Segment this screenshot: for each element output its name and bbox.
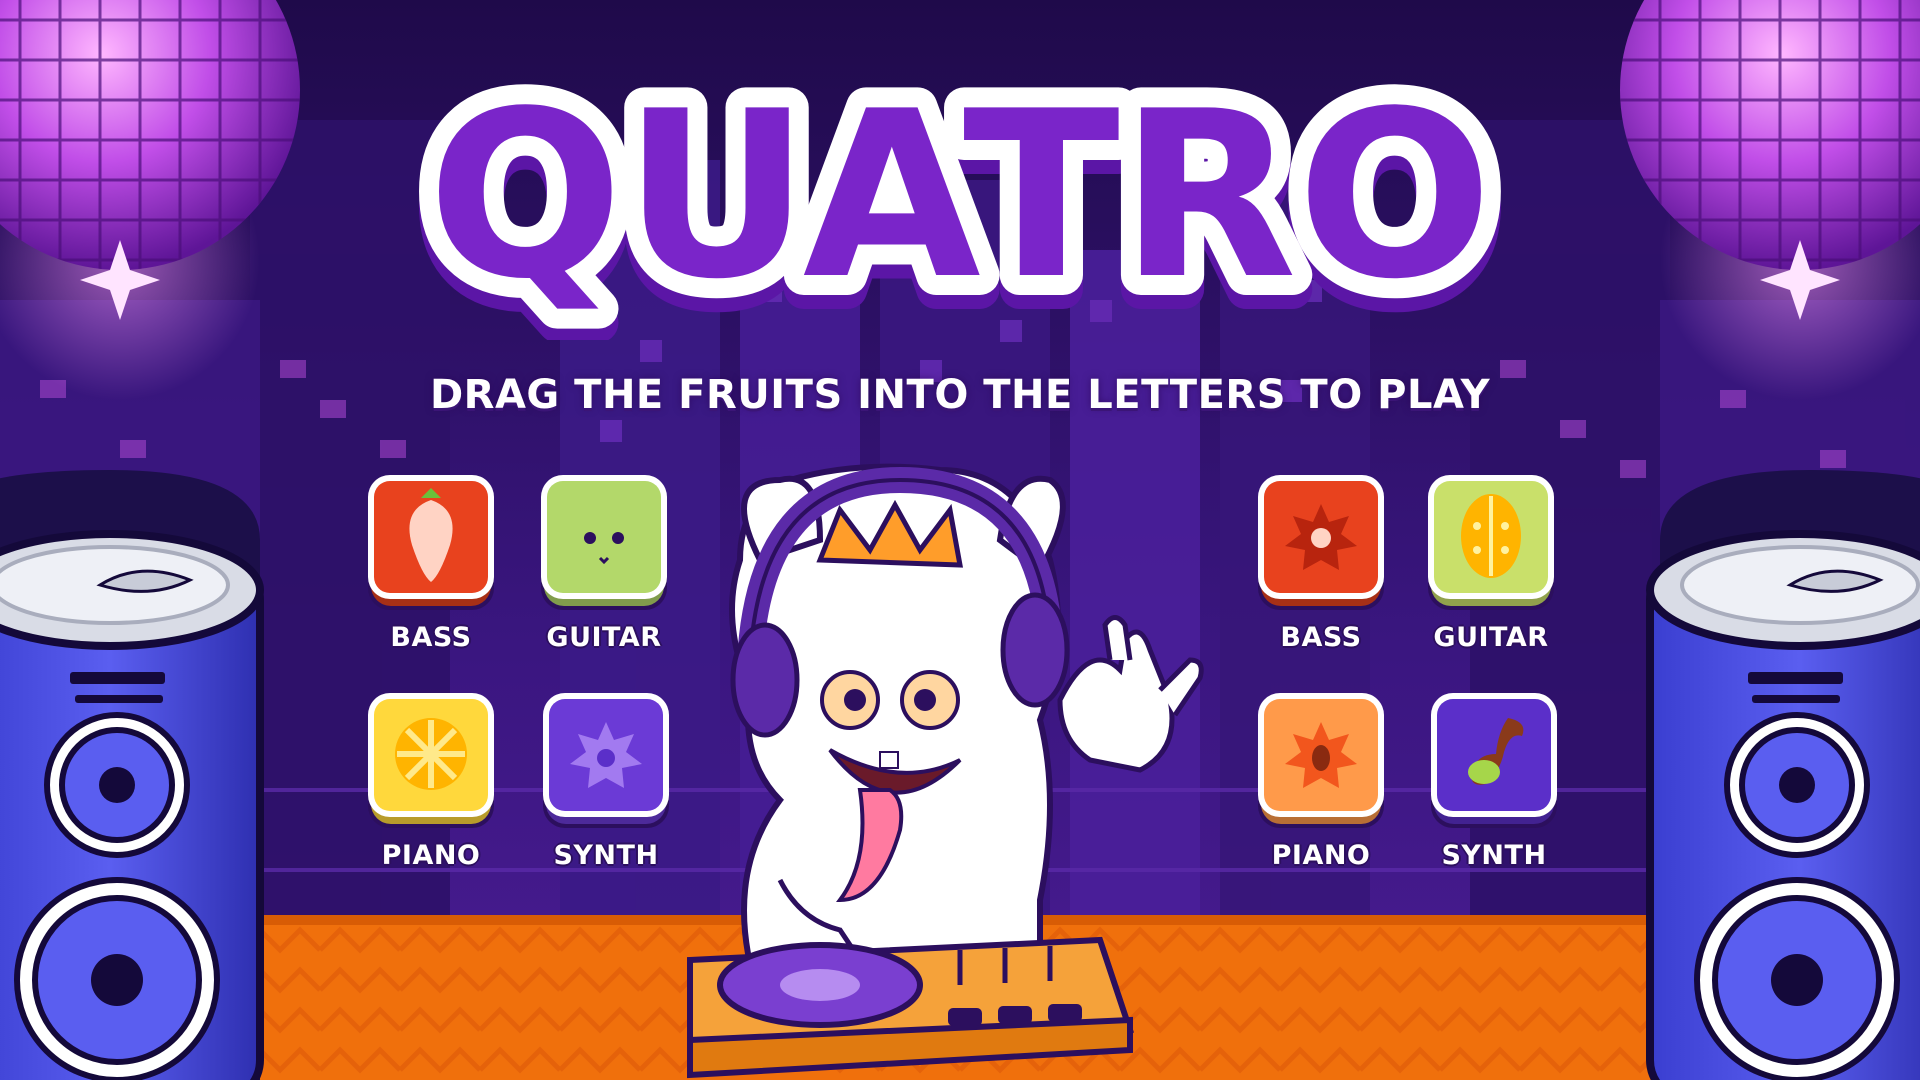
instrument-tile-piano-left[interactable]: PIANO [365,690,497,871]
instrument-tile-synth-left[interactable]: SYNTH [540,690,672,871]
purple-flower-icon [543,693,669,828]
red-fruit-slice-icon [1258,475,1384,610]
instrument-label: SYNTH [553,840,659,871]
orange-fruit-slice-icon [1258,693,1384,828]
instrument-tile-guitar-right[interactable]: GUITAR [1425,472,1557,653]
orange-slice-icon [368,693,494,828]
instruction-text: DRAG THE FRUITS INTO THE LETTERS TO PLAY [429,372,1491,418]
game-stage: QUATRO QUATRO QUATRO DRAG THE FRUITS INT… [0,0,1920,1080]
instrument-label: SYNTH [1441,840,1547,871]
melon-slice-icon [1428,475,1554,610]
speaker-can-right [1646,470,1920,1080]
green-apple-face-icon [541,475,667,610]
dj-turntable [687,936,1135,1079]
game-title-text: QUATRO [428,63,1493,330]
instrument-tile-synth-right[interactable]: SYNTH [1428,690,1560,871]
instrument-label: GUITAR [1433,622,1549,653]
strawberry-slice-icon [368,475,494,610]
game-title-logo: QUATRO QUATRO QUATRO [400,40,1520,364]
instrument-label: GUITAR [546,622,662,653]
purple-leaf-fruit-icon [1431,693,1557,828]
instrument-tile-guitar-left[interactable]: GUITAR [538,472,670,653]
instrument-tile-bass-left[interactable]: BASS [365,472,497,653]
instrument-tile-piano-right[interactable]: PIANO [1255,690,1387,871]
instrument-tile-bass-right[interactable]: BASS [1255,472,1387,653]
speaker-can-left [0,470,264,1080]
